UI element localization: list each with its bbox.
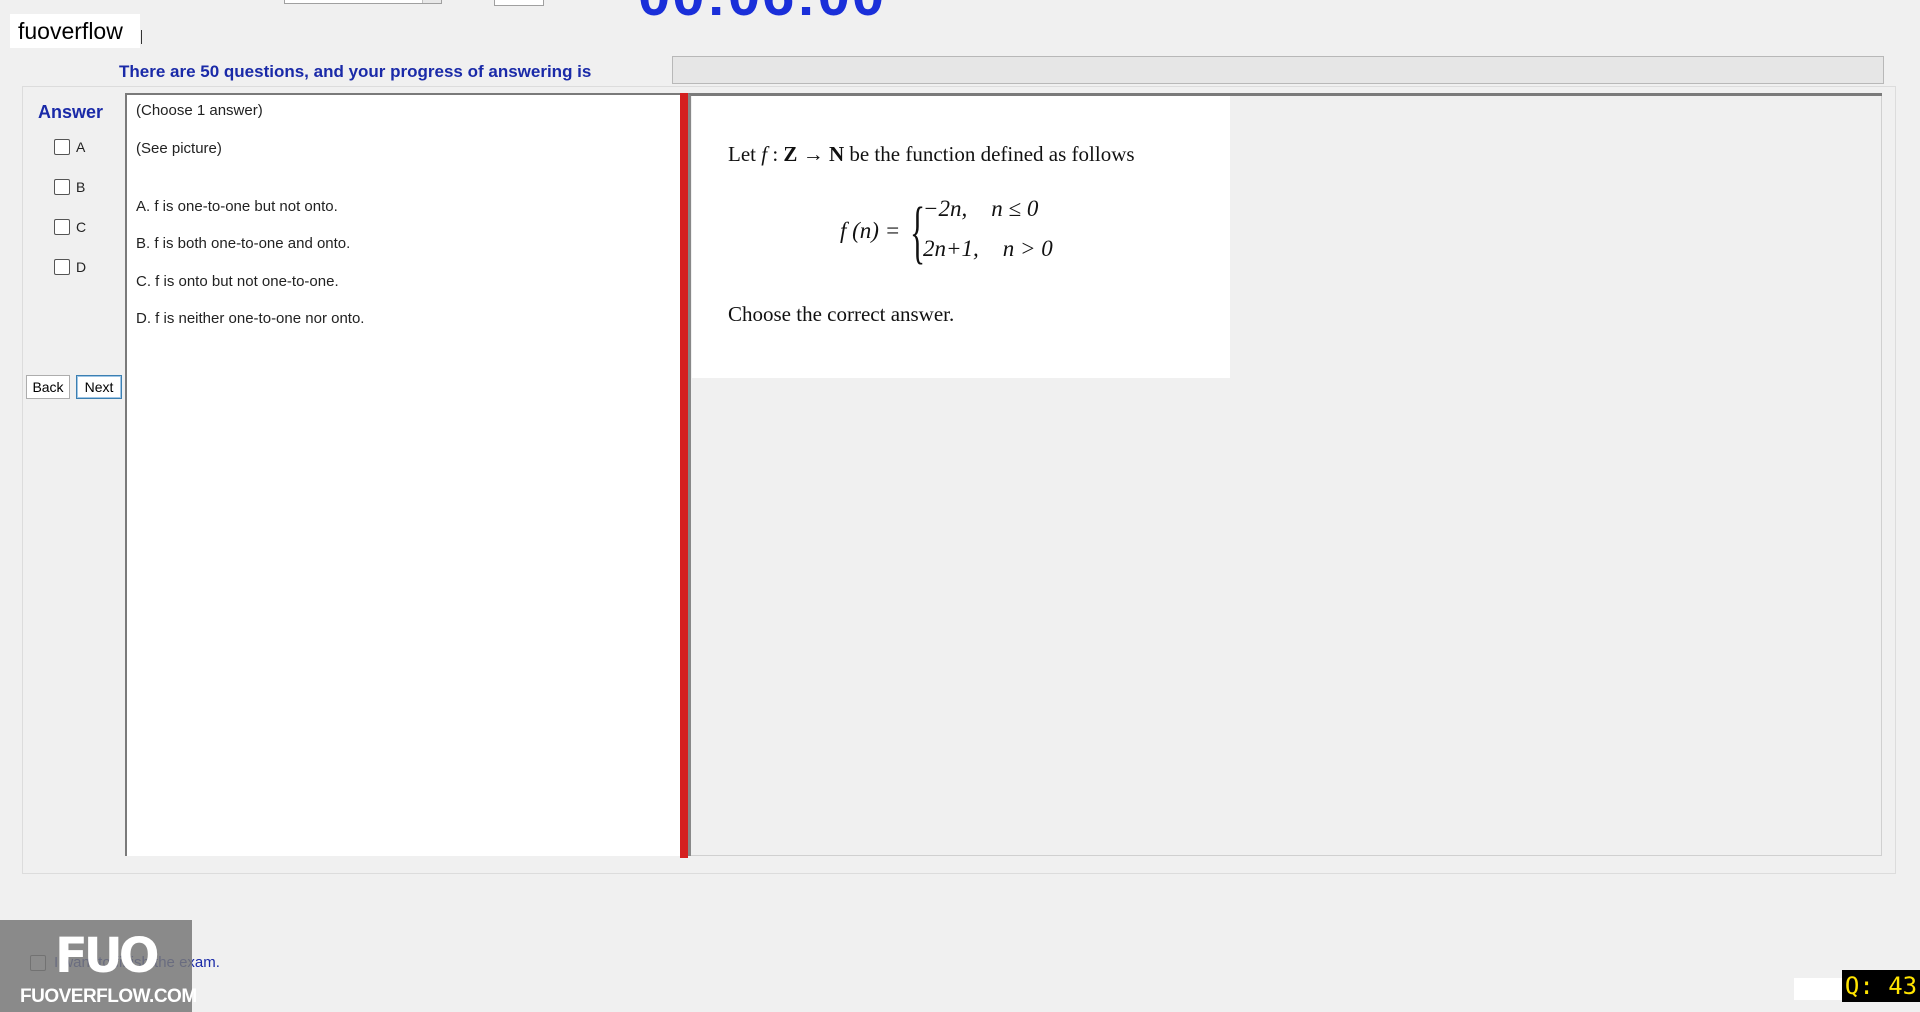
question-instruction: (Choose 1 answer) <box>136 102 263 119</box>
top-small-box[interactable] <box>494 0 544 6</box>
answer-option-d[interactable]: D <box>54 259 86 275</box>
formula-lhs: f (n) = <box>840 218 901 243</box>
choice-a-text: A. f is one-to-one but not onto. <box>136 198 338 215</box>
answer-title: Answer <box>38 102 104 122</box>
next-button[interactable]: Next <box>76 375 122 399</box>
question-text-panel[interactable]: (Choose 1 answer) (See picture) A. f is … <box>125 93 681 856</box>
answer-option-b[interactable]: B <box>54 179 85 195</box>
answer-option-label: A <box>76 139 86 155</box>
answer-option-label: D <box>76 259 87 275</box>
question-counter: Q: 43 <box>1842 970 1920 1002</box>
picture-statement: Let f : Z → N be the function defined as… <box>728 142 1135 166</box>
answer-checkbox-b[interactable] <box>54 179 70 195</box>
exam-code-select[interactable] <box>284 0 442 4</box>
counter-backdrop <box>1794 978 1842 1000</box>
answer-checkbox-d[interactable] <box>54 259 70 275</box>
panel-splitter[interactable] <box>680 93 688 858</box>
brand-label: fuoverflow <box>10 14 140 48</box>
logo-text: FUOVERFLOW.COM <box>20 986 197 1007</box>
answer-option-c[interactable]: C <box>54 219 86 235</box>
answer-option-label: C <box>76 219 87 235</box>
progress-label: There are 50 questions, and your progres… <box>119 62 592 81</box>
formula-case-1: −2n, n ≤ 0 <box>923 196 1039 221</box>
answer-checkbox-a[interactable] <box>54 139 70 155</box>
answer-option-label: B <box>76 179 86 195</box>
question-picture: Let f : Z → N be the function defined as… <box>692 96 1230 378</box>
answer-checkbox-c[interactable] <box>54 219 70 235</box>
choice-c-text: C. f is onto but not one-to-one. <box>136 273 339 290</box>
back-button[interactable]: Back <box>26 375 70 399</box>
picture-instruction: Choose the correct answer. <box>728 302 955 326</box>
countdown-timer: 00:06:00 <box>638 0 886 29</box>
formula-case-2: 2n+1, n > 0 <box>923 236 1053 261</box>
choice-d-text: D. f is neither one-to-one nor onto. <box>136 310 365 327</box>
text-cursor <box>141 30 142 44</box>
answer-option-a[interactable]: A <box>54 139 85 155</box>
progress-bar <box>672 56 1884 84</box>
question-see-picture: (See picture) <box>136 140 222 157</box>
piecewise-formula: f (n) = { −2n, n ≤ 0 2n+1, n > 0 <box>840 194 1080 276</box>
logo-mark: FUO <box>55 928 160 984</box>
choice-b-text: B. f is both one-to-one and onto. <box>136 235 351 252</box>
watermark-logo: FUO FUOVERFLOW.COM <box>0 920 197 1012</box>
